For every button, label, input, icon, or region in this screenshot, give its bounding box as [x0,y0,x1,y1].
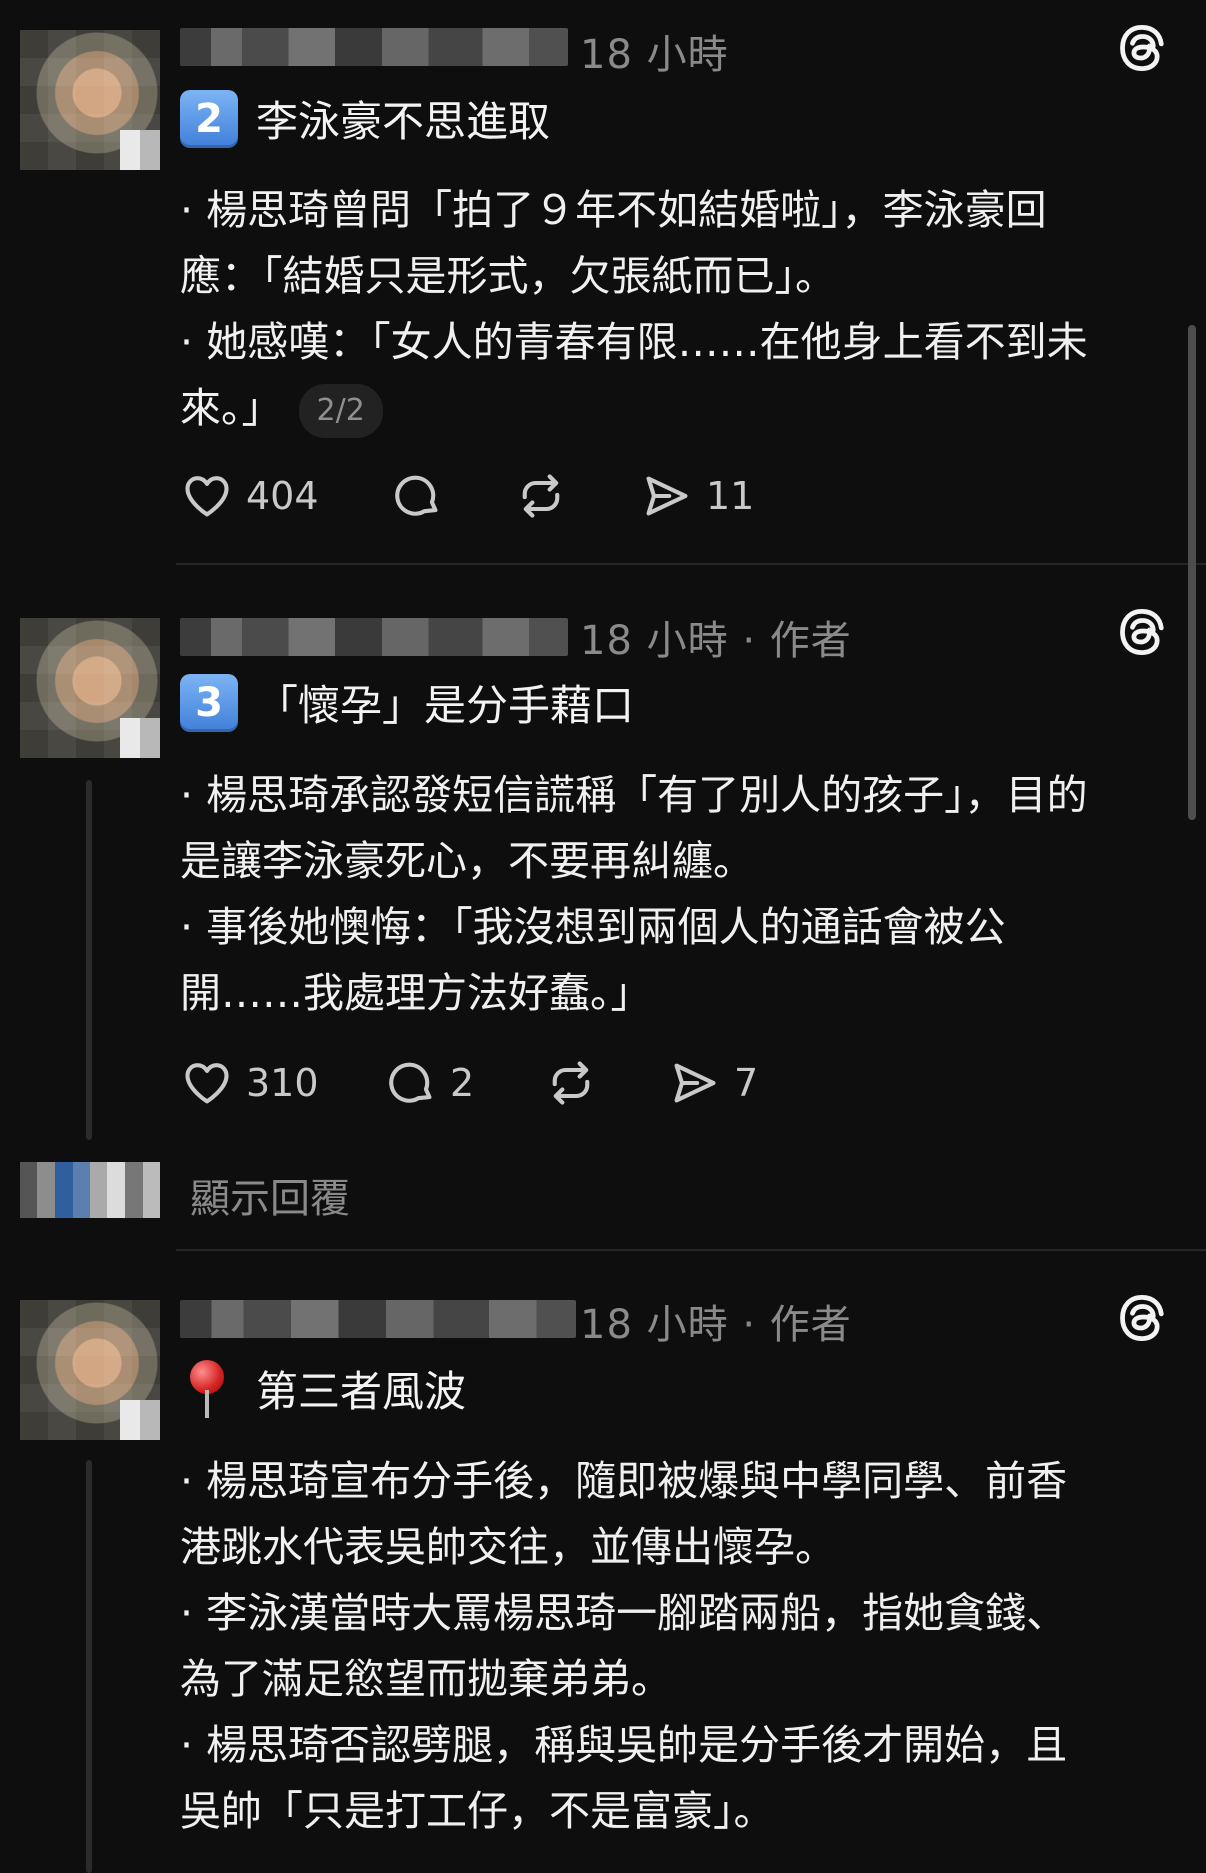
repost-button[interactable] [544,1057,668,1109]
post-title-text: 第三者風波 [256,1367,467,1416]
post-meta: 18 小時 · 作者 [580,1292,852,1350]
send-icon [646,476,688,516]
reply-avatars[interactable] [20,1162,160,1218]
avatar[interactable] [20,30,160,170]
post-time: 18 小時 [580,1302,729,1348]
body-line: · 楊思琦曾問「拍了９年不如結婚啦」，李泳豪回 [180,186,1047,234]
round-pushpin-icon [180,1359,238,1418]
threads-logo-icon[interactable] [1116,1292,1168,1344]
body-line: · 事後她懊悔：「我沒想到兩個人的通話會被公 [180,903,1006,951]
body-line: · 楊思琦宣布分手後，隨即被爆與中學同學、前香 [180,1457,1068,1505]
page-indicator[interactable]: 2/2 [298,384,383,438]
repost-icon [552,1061,590,1105]
post-actions: 404 11 [180,468,754,524]
comment-count: 2 [450,1061,475,1105]
post-title: 3 「懷孕」是分手藉口 [180,672,634,733]
send-icon [674,1063,716,1103]
post-body: · 楊思琦宣布分手後，隨即被爆與中學同學、前香 港跳水代表吳帥交往，並傳出懷孕。… [180,1448,1170,1844]
username-blurred[interactable] [180,1300,576,1338]
repost-icon [522,474,560,518]
share-count: 11 [706,474,755,518]
body-line: 是讓李泳豪死心，不要再糾纏。 [180,837,754,885]
avatar[interactable] [20,1300,160,1440]
comment-bubble-icon [389,1062,432,1103]
like-count: 310 [246,1061,319,1105]
follow-badge[interactable] [120,1400,160,1440]
like-count: 404 [246,474,319,518]
body-line: · 她感嘆：「女人的青春有限……在他身上看不到未 [180,318,1088,366]
post-title-text: 「懷孕」是分手藉口 [256,681,635,730]
body-line: · 李泳漢當時大罵楊思琦一腳踏兩船，指她貪錢、 [180,1589,1068,1637]
repost-button[interactable] [514,470,640,522]
comment-bubble-icon [395,475,438,516]
heart-icon [185,1063,229,1104]
follow-badge[interactable] [120,718,160,758]
post-divider [176,563,1206,565]
post-actions: 310 2 7 [180,1055,758,1111]
body-line: 港跳水代表吳帥交往，並傳出懷孕。 [180,1523,836,1571]
body-line-text: 來。」 [180,384,283,432]
keycap-number-icon: 2 [180,89,238,148]
post-body: · 楊思琦曾問「拍了９年不如結婚啦」，李泳豪回 應：「結婚只是形式，欠張紙而已」… [180,177,1170,441]
post-title: 2 李泳豪不思進取 [180,88,550,149]
heart-icon [185,476,229,517]
author-tag: · 作者 [728,618,852,664]
show-replies-link[interactable]: 顯示回覆 [190,1166,350,1224]
threads-logo-icon[interactable] [1116,22,1168,74]
body-line: 應：「結婚只是形式，欠張紙而已」。 [180,252,836,300]
share-button[interactable]: 7 [668,1057,758,1109]
share-button[interactable]: 11 [640,470,754,522]
keycap-number-icon: 3 [180,673,238,732]
body-line: 為了滿足慾望而拋棄弟弟。 [180,1655,672,1703]
body-line: 開……我處理方法好蠢。」 [180,969,652,1017]
comment-button[interactable] [390,470,514,522]
post-title-text: 李泳豪不思進取 [256,97,551,146]
body-line: · 楊思琦承認發短信謊稱「有了別人的孩子」，目的 [180,771,1088,819]
post-body: · 楊思琦承認發短信謊稱「有了別人的孩子」，目的 是讓李泳豪死心，不要再糾纏。 … [180,762,1170,1026]
like-button[interactable]: 310 [180,1057,384,1109]
post-title: 第三者風波 [180,1358,466,1419]
body-line: 來。」 2/2 [180,375,1170,441]
body-line: · 楊思琦否認劈腿，稱與吳帥是分手後才開始，且 [180,1721,1068,1769]
post-meta: 18 小時 [580,22,729,80]
share-count: 7 [734,1061,759,1105]
post-time: 18 小時 [580,32,729,78]
like-button[interactable]: 404 [180,470,390,522]
post-time: 18 小時 [580,618,729,664]
follow-badge[interactable] [120,130,160,170]
post-divider [176,1249,1206,1251]
threads-logo-icon[interactable] [1116,606,1168,658]
thread-connector-line [86,1460,92,1873]
body-line: 吳帥「只是打工仔，不是富豪」。 [180,1787,775,1835]
author-tag: · 作者 [728,1302,852,1348]
post-meta: 18 小時 · 作者 [580,608,852,666]
comment-button[interactable]: 2 [384,1057,544,1109]
avatar[interactable] [20,618,160,758]
thread-connector-line [86,780,92,1140]
username-blurred[interactable] [180,28,568,66]
scrollbar-thumb[interactable] [1188,325,1196,820]
username-blurred[interactable] [180,618,568,656]
